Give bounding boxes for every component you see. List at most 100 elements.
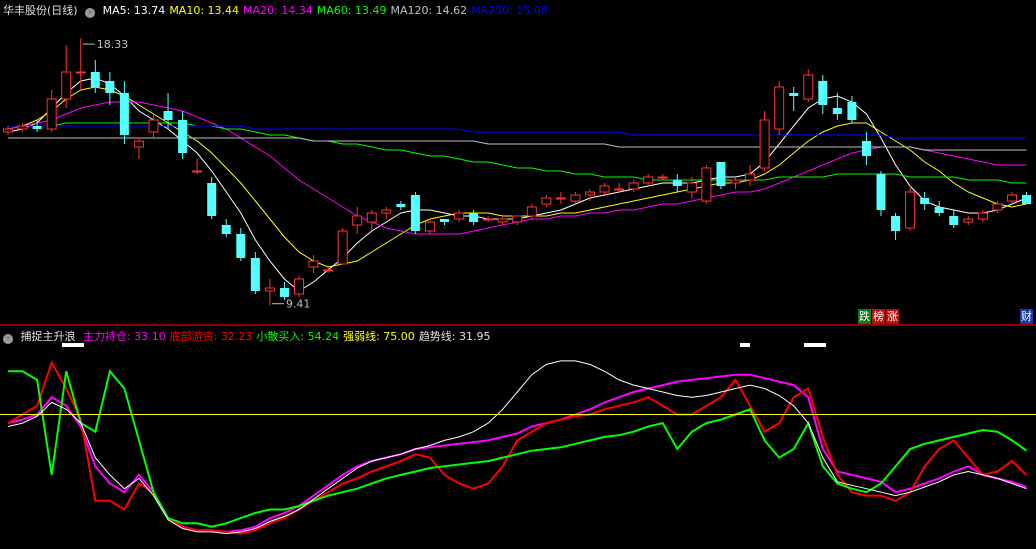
indicator-legend-items: 主力持仓: 33.10 底部游资: 32.23 小散买入: 54.24 强弱线: 75… [83,330,495,343]
candle-down [90,72,100,87]
candle-up [381,209,392,214]
candle-up [774,86,785,130]
candle-up [352,215,363,226]
candle-up [483,218,494,221]
candle-up [75,71,86,74]
ma-legend-items: MA5: 13.74 MA10: 13.44 MA20: 14.34 MA60: 13… [103,4,552,17]
candle-up [526,206,537,217]
candle-down [396,204,406,207]
candle-up [61,71,72,100]
badge-zhang[interactable]: 涨 [886,309,899,324]
candle-down [105,81,115,93]
indicator-line-qushi [7,360,1027,535]
signal-marker [740,343,750,347]
candle-up [148,119,159,133]
indicator-label-qushi: 趋势线: 31.95 [418,330,491,343]
candle-up [803,74,814,100]
candle-up [570,194,581,202]
candle-down [469,213,479,222]
candle-down [163,111,173,120]
sub-legend: ◦ 捕捉主升浪 主力持仓: 33.10 底部游资: 32.23 小散买入: 54.2… [3,329,499,345]
candle-down [789,93,799,96]
candle-up [1006,194,1017,202]
candle-up [963,218,974,223]
candle-up [701,167,712,202]
candle-up [992,203,1003,211]
candle-up [424,221,435,232]
stock-title[interactable]: 华丰股份(日线) [3,4,78,17]
candle-up [541,197,552,205]
ma-label-ma60: MA60: 13.49 [316,4,387,17]
candle-up [308,260,319,268]
badge-bang[interactable]: 榜 [872,309,885,324]
candle-down [178,120,188,153]
indicator-line-xiaosan [8,369,1028,528]
indicator-label-zhuli: 主力持仓: 33.10 [83,330,166,343]
candle-down [119,93,129,135]
candle-down [920,198,930,204]
candle-up [759,119,770,169]
candle-down [716,162,726,186]
indicator-panel[interactable]: ◦ 捕捉主升浪 主力持仓: 33.10 底部游资: 32.23 小散买入: 54.2… [0,326,1036,549]
candle-down [250,258,260,291]
candle-down [236,234,246,258]
candle-up [628,182,639,190]
candle-up [497,218,508,223]
candle-up [686,182,697,193]
ma-label-ma5: MA5: 13.74 [102,4,166,17]
candle-up [3,128,13,133]
kline-chart[interactable]: 18.33 9.41 [0,0,1036,324]
candle-up [337,230,348,265]
indicator-label-qiangruo: 强弱线: 75.00 [343,330,415,343]
candle-up [643,176,654,184]
candle-up [730,179,741,184]
candle-down [440,219,449,222]
candle-up [294,278,304,295]
candle-down [32,126,42,129]
candle-up [905,191,916,229]
candle-down [861,141,871,156]
signal-marker [804,343,826,347]
candle-up [17,125,28,130]
ma-label-ma250: MA250: 15.00 [471,4,548,17]
candle-down [847,102,857,120]
ma-line-ma5 [7,77,1027,292]
candle-down [410,195,420,231]
candle-up [264,287,275,292]
candle-up [46,98,57,130]
candle-up [614,188,625,191]
indicator-title[interactable]: 捕捉主升浪 [21,330,76,343]
candle-up [133,140,144,148]
ma-label-ma20: MA20: 14.34 [243,4,313,17]
candle-up [192,170,203,173]
kline-panel[interactable]: 华丰股份(日线) ◦ MA5: 13.74 MA10: 13.44 MA20: 14… [0,0,1036,324]
candle-down [876,174,886,210]
main-legend: 华丰股份(日线) ◦ MA5: 13.74 MA10: 13.44 MA20: 14… [3,3,556,19]
toggle-circle-icon[interactable]: ◦ [3,334,13,344]
ma-line-ma10 [7,86,1027,268]
candle-up [454,212,465,220]
candle-down [934,207,944,213]
candle-down [949,216,959,225]
candle-down [672,180,682,186]
indicator-chart[interactable] [0,326,1036,549]
candle-down [832,108,842,114]
candle-down [279,288,289,297]
candle-up [657,176,668,179]
candle-up [323,269,334,272]
badge-die[interactable]: 跌 [858,309,871,324]
candle-up [512,215,523,223]
high-price-label: 18.33 [97,38,129,51]
indicator-label-xiaosan: 小散买入: 54.24 [256,330,340,343]
candle-down [207,183,217,216]
ma-label-ma10: MA10: 13.44 [169,4,240,17]
badge-cai[interactable]: 财 [1020,309,1033,324]
ma-label-ma120: MA120: 14.62 [390,4,468,17]
candle-up [599,185,610,193]
candle-down [818,81,828,105]
candle-up [977,212,988,220]
low-price-label: 9.41 [286,298,311,311]
candle-up [585,191,595,196]
indicator-label-diyou: 底部游资: 32.23 [169,330,253,343]
toggle-circle-icon[interactable]: ◦ [85,8,96,18]
